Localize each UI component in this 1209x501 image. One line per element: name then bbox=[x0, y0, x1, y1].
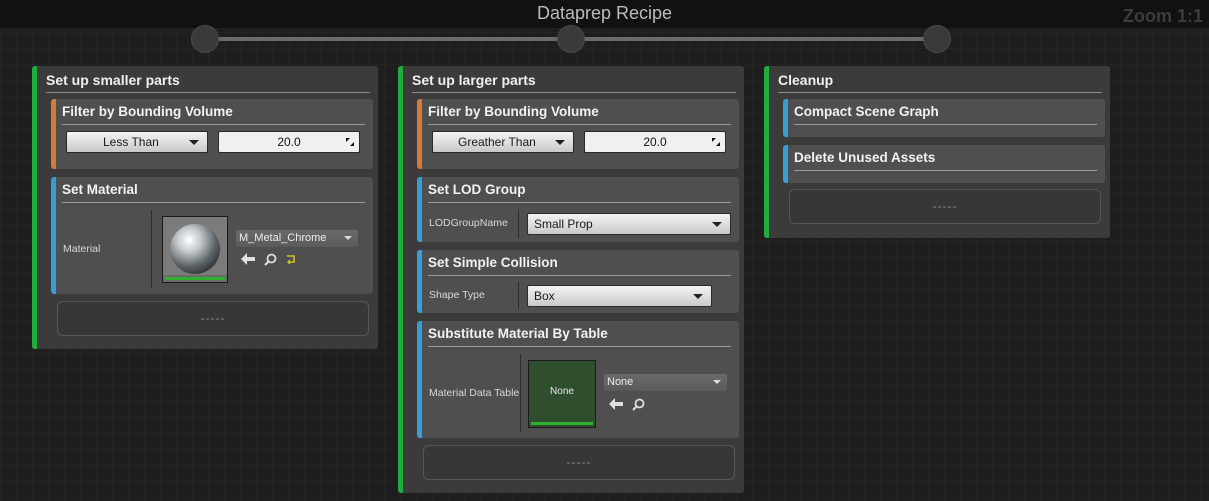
placeholder-text: ----- bbox=[566, 454, 592, 469]
block-title: Compact Scene Graph bbox=[794, 104, 939, 119]
resize-icon bbox=[346, 138, 354, 146]
chevron-down-icon bbox=[693, 294, 703, 299]
add-action-placeholder[interactable]: ----- bbox=[789, 189, 1101, 224]
data-table-thumbnail[interactable]: None bbox=[528, 360, 596, 428]
search-icon[interactable] bbox=[632, 398, 645, 411]
operation-block-delete-unused-assets[interactable]: Delete Unused Assets bbox=[783, 145, 1105, 183]
block-title: Filter by Bounding Volume bbox=[428, 104, 599, 119]
asset-name: M_Metal_Chrome bbox=[239, 232, 327, 244]
divider bbox=[428, 275, 731, 276]
filter-block-bounding-volume[interactable]: Filter by Bounding Volume Less Than 20.0 bbox=[51, 99, 373, 169]
value-field[interactable]: 20.0 bbox=[584, 131, 726, 153]
divider bbox=[794, 170, 1097, 171]
lod-group-name-label: LODGroupName bbox=[429, 217, 508, 229]
action-group-larger-parts[interactable]: Set up larger parts Filter by Bounding V… bbox=[398, 66, 744, 493]
chevron-down-icon bbox=[713, 380, 721, 384]
divider bbox=[428, 202, 731, 203]
data-table-asset-picker[interactable]: None bbox=[604, 374, 727, 391]
divider bbox=[518, 209, 519, 238]
block-title: Substitute Material By Table bbox=[428, 326, 608, 341]
block-title: Set Material bbox=[62, 182, 138, 197]
placeholder-text: ----- bbox=[932, 198, 958, 213]
group-title: Set up larger parts bbox=[412, 72, 536, 88]
field-value: 20.0 bbox=[277, 135, 301, 149]
resize-icon bbox=[712, 138, 720, 146]
block-title: Delete Unused Assets bbox=[794, 150, 936, 165]
material-thumbnail[interactable] bbox=[162, 216, 228, 283]
material-data-table-label: Material Data Table bbox=[429, 387, 520, 399]
timeline-step-1[interactable] bbox=[191, 25, 219, 53]
thumbnail-status-bar bbox=[531, 422, 593, 425]
divider bbox=[428, 346, 731, 347]
divider bbox=[520, 354, 521, 432]
use-selected-arrow-icon[interactable] bbox=[241, 253, 255, 265]
operator-dropdown[interactable]: Greather Than bbox=[432, 131, 574, 153]
block-title: Set LOD Group bbox=[428, 182, 526, 197]
dropdown-value: Box bbox=[534, 289, 555, 303]
add-action-placeholder[interactable]: ----- bbox=[423, 445, 735, 480]
operator-dropdown[interactable]: Less Than bbox=[66, 131, 208, 153]
dropdown-value: Small Prop bbox=[534, 217, 593, 231]
block-title: Set Simple Collision bbox=[428, 255, 558, 270]
dropdown-value: Less Than bbox=[103, 135, 159, 149]
divider bbox=[46, 92, 370, 93]
use-selected-arrow-icon[interactable] bbox=[609, 398, 623, 410]
operation-block-set-simple-collision[interactable]: Set Simple Collision Shape Type Box bbox=[417, 250, 739, 313]
operation-block-set-material[interactable]: Set Material Material M_Metal_Chrome bbox=[51, 177, 373, 294]
asset-name: None bbox=[607, 376, 634, 388]
placeholder-text: ----- bbox=[200, 310, 226, 325]
group-title: Cleanup bbox=[778, 72, 834, 88]
divider bbox=[794, 124, 1097, 125]
divider bbox=[62, 202, 365, 203]
timeline-step-2[interactable] bbox=[557, 25, 585, 53]
zoom-level: Zoom 1:1 bbox=[1122, 6, 1203, 26]
chevron-down-icon bbox=[555, 140, 565, 145]
thumbnail-label: None bbox=[550, 386, 574, 397]
timeline-step-3[interactable] bbox=[923, 25, 951, 53]
field-value: 20.0 bbox=[643, 135, 667, 149]
chevron-down-icon bbox=[189, 140, 199, 145]
chrome-sphere-icon bbox=[163, 217, 227, 275]
divider bbox=[412, 92, 736, 93]
chevron-down-icon bbox=[712, 222, 722, 227]
group-title: Set up smaller parts bbox=[46, 72, 180, 88]
action-group-smaller-parts[interactable]: Set up smaller parts Filter by Bounding … bbox=[32, 66, 378, 349]
divider bbox=[518, 282, 519, 309]
thumbnail-status-bar bbox=[165, 277, 225, 280]
reset-to-default-icon[interactable] bbox=[286, 254, 296, 264]
add-action-placeholder[interactable]: ----- bbox=[57, 301, 369, 336]
search-icon[interactable] bbox=[264, 253, 277, 266]
chevron-down-icon bbox=[344, 236, 352, 240]
value-field[interactable]: 20.0 bbox=[218, 131, 360, 153]
divider bbox=[428, 124, 731, 125]
dropdown-value: Greather Than bbox=[458, 135, 536, 149]
shape-type-label: Shape Type bbox=[429, 289, 485, 301]
action-group-cleanup[interactable]: Cleanup Compact Scene Graph Delete Unuse… bbox=[764, 66, 1110, 238]
shape-type-dropdown[interactable]: Box bbox=[527, 285, 712, 307]
material-label: Material bbox=[63, 243, 101, 255]
divider bbox=[151, 210, 152, 288]
operation-block-substitute-material[interactable]: Substitute Material By Table Material Da… bbox=[417, 321, 739, 438]
operation-block-compact-scene-graph[interactable]: Compact Scene Graph bbox=[783, 99, 1105, 137]
filter-block-bounding-volume[interactable]: Filter by Bounding Volume Greather Than … bbox=[417, 99, 739, 169]
divider bbox=[778, 92, 1102, 93]
material-asset-picker[interactable]: M_Metal_Chrome bbox=[236, 230, 358, 247]
lod-group-dropdown[interactable]: Small Prop bbox=[527, 213, 731, 235]
operation-block-set-lod-group[interactable]: Set LOD Group LODGroupName Small Prop bbox=[417, 177, 739, 242]
divider bbox=[62, 124, 365, 125]
block-title: Filter by Bounding Volume bbox=[62, 104, 233, 119]
graph-title: Dataprep Recipe bbox=[536, 3, 673, 23]
